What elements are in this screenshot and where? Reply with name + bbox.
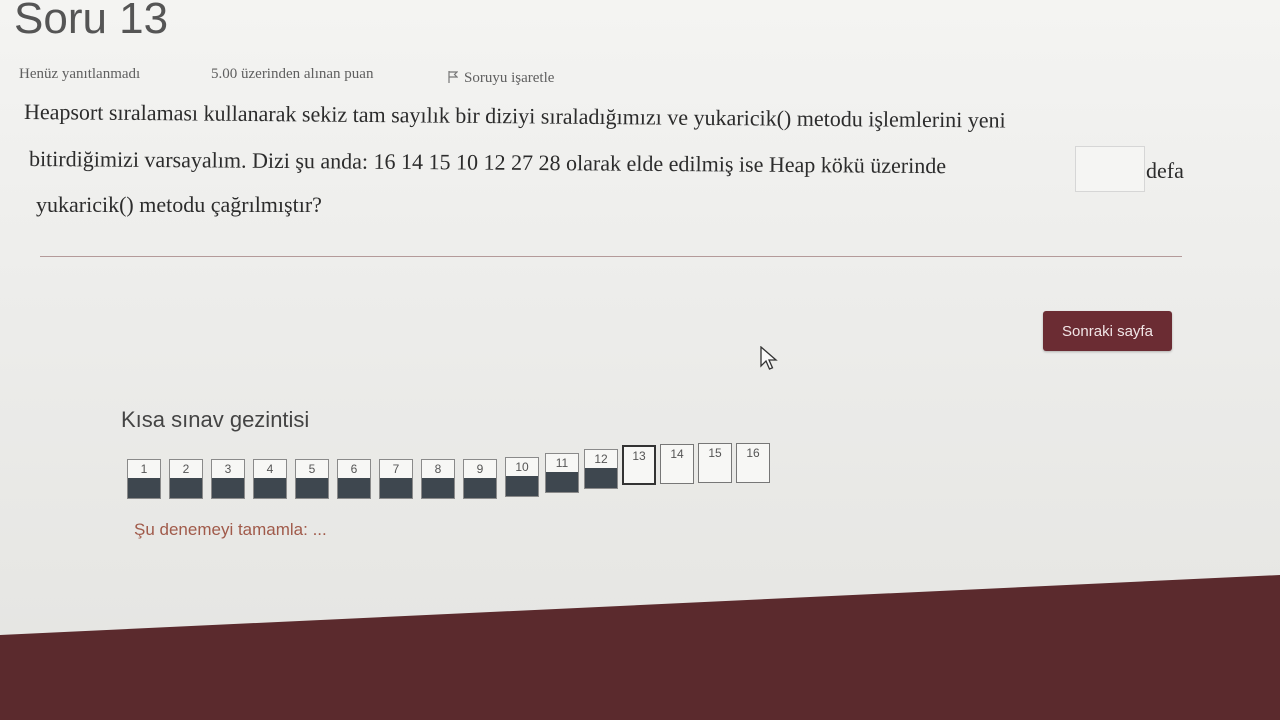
quiz-nav-button-label: 15 (708, 446, 722, 460)
answered-indicator (380, 478, 412, 498)
quiz-nav-button-11[interactable]: 11 (545, 453, 579, 493)
quiz-nav-button-label: 10 (515, 460, 529, 474)
question-status: Henüz yanıtlanmadı (19, 66, 141, 82)
quiz-nav-button-13[interactable]: 13 (622, 445, 656, 485)
flag-question-link[interactable]: Soruyu işaretle (448, 70, 554, 87)
quiz-nav-button-label: 14 (670, 447, 684, 461)
quiz-nav-button-label: 3 (224, 462, 232, 476)
quiz-nav-button-label: 12 (594, 452, 608, 466)
question-text-after-blank: defa (1146, 158, 1184, 183)
answered-indicator (212, 478, 244, 498)
answer-input[interactable] (1075, 146, 1145, 192)
quiz-navigation-title: Kısa sınav gezintisi (121, 407, 310, 432)
quiz-nav-button-label: 4 (266, 462, 274, 476)
answered-indicator (585, 468, 617, 488)
answered-indicator (464, 478, 496, 498)
quiz-nav-button-12[interactable]: 12 (584, 449, 618, 489)
quiz-nav-button-3[interactable]: 3 (211, 459, 245, 499)
answered-indicator (170, 478, 202, 498)
quiz-nav-button-15[interactable]: 15 (698, 443, 732, 483)
quiz-nav-button-8[interactable]: 8 (421, 459, 455, 499)
quiz-nav-button-4[interactable]: 4 (253, 459, 287, 499)
quiz-nav-button-label: 9 (476, 462, 484, 476)
quiz-nav-button-9[interactable]: 9 (463, 459, 497, 499)
quiz-nav-button-label: 1 (140, 462, 148, 476)
quiz-nav-button-label: 5 (308, 462, 316, 476)
quiz-nav-button-label: 7 (392, 462, 400, 476)
answered-indicator (546, 472, 578, 492)
answered-indicator (128, 478, 160, 498)
question-points: 5.00 üzerinden alınan puan (211, 66, 374, 82)
answered-indicator (296, 478, 328, 498)
quiz-nav-button-14[interactable]: 14 (660, 444, 694, 484)
quiz-nav-button-16[interactable]: 16 (736, 443, 770, 483)
divider (40, 256, 1182, 257)
quiz-nav-button-label: 13 (632, 449, 646, 463)
flag-icon (448, 71, 458, 83)
answered-indicator (422, 478, 454, 498)
quiz-nav-button-label: 11 (555, 456, 569, 470)
quiz-nav-button-7[interactable]: 7 (379, 459, 413, 499)
quiz-nav-button-1[interactable]: 1 (127, 459, 161, 499)
quiz-nav-button-5[interactable]: 5 (295, 459, 329, 499)
flag-label: Soruyu işaretle (464, 70, 555, 86)
answered-indicator (338, 478, 370, 498)
quiz-nav-button-6[interactable]: 6 (337, 459, 371, 499)
mouse-cursor-icon (760, 346, 778, 370)
quiz-nav-button-label: 2 (182, 462, 190, 476)
quiz-nav-button-label: 6 (350, 462, 358, 476)
answered-indicator (506, 476, 538, 496)
question-title: Soru 13 (14, 0, 169, 43)
finish-attempt-link[interactable]: Şu denemeyi tamamla: ... (134, 520, 327, 540)
quiz-nav-button-label: 8 (434, 462, 442, 476)
question-text-line3: yukaricik() metodu çağrılmıştır? (36, 192, 322, 217)
quiz-nav-button-2[interactable]: 2 (169, 459, 203, 499)
quiz-nav-button-10[interactable]: 10 (505, 457, 539, 497)
quiz-nav-button-label: 16 (746, 446, 760, 460)
next-page-button[interactable]: Sonraki sayfa (1043, 311, 1172, 351)
answered-indicator (254, 478, 286, 498)
